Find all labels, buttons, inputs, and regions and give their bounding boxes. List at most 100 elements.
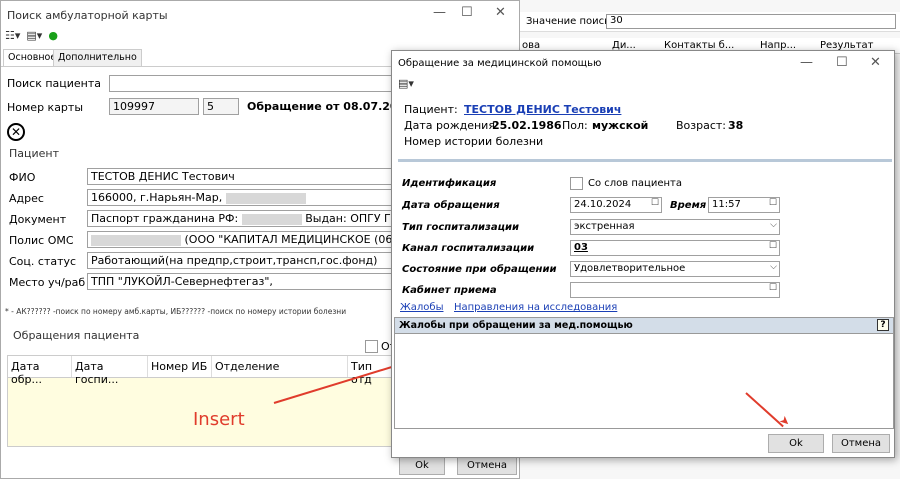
workplace-field[interactable]: ТПП "ЛУКОЙЛ-Севернефтегаз", xyxy=(87,273,397,290)
grid-col-department[interactable]: Отделение xyxy=(212,356,348,377)
ok-button[interactable]: Ok xyxy=(399,456,445,475)
oms-value: (ООО "КАПИТАЛ МЕДИЦИНСКОЕ (064-С xyxy=(184,233,397,246)
document-value: Паспорт гражданина РФ: xyxy=(91,212,239,225)
cancel-button[interactable]: Отмена xyxy=(457,456,517,475)
workplace-label: Место уч/раб xyxy=(9,276,86,289)
calendar-icon[interactable]: ☐ xyxy=(651,198,659,208)
address-label: Адрес xyxy=(9,192,44,205)
settings-icon[interactable]: ☷▾ xyxy=(5,29,20,42)
channel-field[interactable]: 03 ☐ xyxy=(570,240,780,256)
time-picker-icon[interactable]: ☐ xyxy=(769,198,777,208)
state-value: Удовлетворительное xyxy=(574,263,686,274)
document-issued: Выдан: ОПГУ ГРАЖ xyxy=(305,212,396,225)
patient-section-title: Пациент xyxy=(9,147,60,160)
header-divider xyxy=(398,159,892,162)
tab-additional[interactable]: Дополнительно xyxy=(53,49,142,66)
document-label: Документ xyxy=(9,213,67,226)
appeal-date-text: Обращение от 08.07.2019 xyxy=(247,100,413,113)
cabinet-label: Кабинет приема xyxy=(402,285,497,296)
patient-search-input[interactable] xyxy=(109,75,399,92)
ident-checkbox[interactable] xyxy=(570,177,583,190)
search-value-input[interactable]: 30 xyxy=(606,14,896,29)
save-icon[interactable]: ▤▾ xyxy=(26,29,42,42)
fio-label: ФИО xyxy=(9,171,36,184)
oms-field[interactable]: (ООО "КАПИТАЛ МЕДИЦИНСКОЕ (064-С xyxy=(87,231,397,248)
lookup-icon[interactable]: ☐ xyxy=(769,283,777,293)
search-label: Поиск пациента xyxy=(7,77,102,90)
complaints-header: Жалобы при обращении за мед.помощью ? xyxy=(395,318,893,334)
clear-icon[interactable]: ✕ xyxy=(7,123,25,141)
redacted-block xyxy=(91,234,181,246)
dialog-close-icon[interactable]: ✕ xyxy=(870,55,881,70)
sex-value: мужской xyxy=(592,119,649,132)
complaints-link[interactable]: Жалобы xyxy=(400,302,443,313)
cabinet-field[interactable]: ☐ xyxy=(570,282,780,298)
card-suffix-field[interactable]: 5 xyxy=(203,98,239,115)
lookup-icon[interactable]: ☐ xyxy=(769,241,777,251)
info-icon[interactable]: ● xyxy=(48,29,58,42)
document-field[interactable]: Паспорт гражданина РФ: Выдан: ОПГУ ГРАЖ xyxy=(87,210,397,227)
window-title: Поиск амбулаторной карты xyxy=(7,9,168,22)
time-label: Время xyxy=(670,200,707,211)
date-label: Дата обращения xyxy=(402,200,500,211)
time-field[interactable]: 11:57 ☐ xyxy=(708,197,780,213)
card-number-field[interactable]: 109997 xyxy=(109,98,199,115)
search-value-label: Значение поиска xyxy=(526,16,617,27)
dialog-minimize-icon[interactable]: — xyxy=(800,55,813,70)
patient-label: Пациент: xyxy=(404,103,458,116)
grid-col-date[interactable]: Дата обр... xyxy=(8,356,72,386)
minimize-icon[interactable]: — xyxy=(433,5,446,20)
maximize-icon[interactable]: ☐ xyxy=(461,5,473,20)
social-status-field[interactable]: Работающий(на предпр,строит,трансп,гос.ф… xyxy=(87,252,397,269)
grid-col-ib[interactable]: Номер ИБ xyxy=(148,356,212,377)
address-value: 166000, г.Нарьян-Мар, xyxy=(91,191,223,204)
card-number-label: Номер карты xyxy=(7,101,84,114)
dialog-maximize-icon[interactable]: ☐ xyxy=(836,55,848,70)
oms-label: Полис ОМС xyxy=(9,234,74,247)
dialog-cancel-button[interactable]: Отмена xyxy=(832,434,890,453)
toolbar: ☷▾ ▤▾ ● xyxy=(5,29,58,42)
close-icon[interactable]: ✕ xyxy=(495,5,506,20)
date-value: 24.10.2024 xyxy=(574,199,632,210)
insert-annotation: Insert xyxy=(193,409,245,430)
address-field[interactable]: 166000, г.Нарьян-Мар, xyxy=(87,189,397,206)
channel-value: 03 xyxy=(574,242,588,253)
age-label: Возраст: xyxy=(676,119,727,132)
complaints-header-text: Жалобы при обращении за мед.помощью xyxy=(399,320,633,331)
appeals-grid: Дата обр... Дата госпи... Номер ИБ Отдел… xyxy=(7,355,397,447)
redacted-block xyxy=(225,192,306,204)
hosp-type-value: экстренная xyxy=(574,221,635,232)
fio-field[interactable]: ТЕСТОВ ДЕНИС Тестович xyxy=(87,168,397,185)
dialog-title: Обращение за медицинской помощью xyxy=(398,58,602,69)
hosp-type-select[interactable]: экстренная ⌵ xyxy=(570,219,780,235)
age-value: 38 xyxy=(728,119,744,132)
hosp-type-label: Тип госпитализации xyxy=(402,222,520,233)
sex-label: Пол: xyxy=(562,119,588,132)
state-label: Состояние при обращении xyxy=(402,264,557,275)
search-value-row: Значение поиска 30 xyxy=(520,12,900,32)
dialog-save-icon[interactable]: ▤▾ xyxy=(398,77,414,90)
directions-link[interactable]: Направления на исследования xyxy=(454,302,617,313)
complaints-panel[interactable]: Жалобы при обращении за мед.помощью ? xyxy=(394,317,894,429)
appeals-checkbox[interactable] xyxy=(365,340,378,353)
chevron-down-icon[interactable]: ⌵ xyxy=(770,262,777,272)
medical-appeal-dialog: Обращение за медицинской помощью — ☐ ✕ ▤… xyxy=(391,50,895,458)
date-field[interactable]: 24.10.2024 ☐ xyxy=(570,197,662,213)
dob-label: Дата рождения: xyxy=(404,119,499,132)
social-status-label: Соц. статус xyxy=(9,255,77,268)
chevron-down-icon[interactable]: ⌵ xyxy=(770,220,777,230)
ident-label: Идентификация xyxy=(402,178,497,189)
grid-header: Дата обр... Дата госпи... Номер ИБ Отдел… xyxy=(8,356,396,386)
ident-check-label: Со слов пациента xyxy=(588,178,682,189)
search-hint: * - АК?????? -поиск по номеру амб.карты,… xyxy=(5,307,347,316)
help-icon[interactable]: ? xyxy=(877,319,889,331)
time-value: 11:57 xyxy=(712,199,741,210)
channel-label: Канал госпитализации xyxy=(402,243,535,254)
redacted-block xyxy=(241,213,302,225)
grid-col-hosp-date[interactable]: Дата госпи... xyxy=(72,356,148,386)
patient-name-link[interactable]: ТЕСТОВ ДЕНИС Тестович xyxy=(464,103,621,116)
appeals-section-title: Обращения пациента xyxy=(13,329,140,342)
dob-value: 25.02.1986 xyxy=(492,119,562,132)
state-select[interactable]: Удовлетворительное ⌵ xyxy=(570,261,780,277)
dialog-ok-button[interactable]: Ok xyxy=(768,434,824,453)
